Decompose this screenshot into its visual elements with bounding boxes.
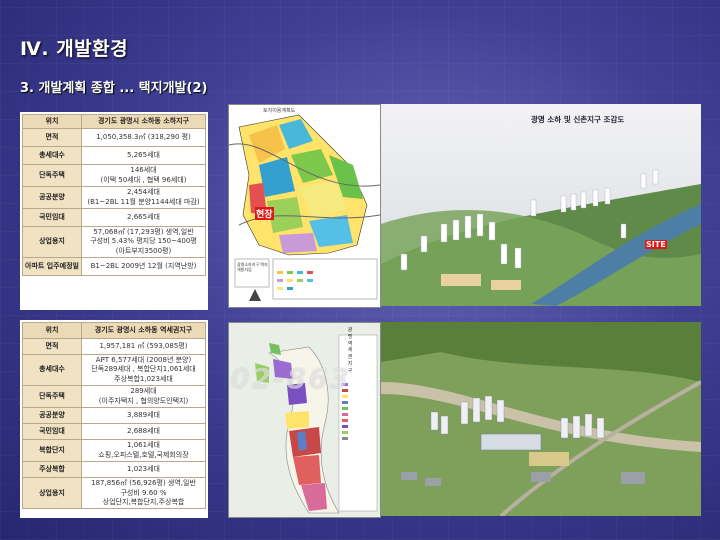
land-use-plan — [229, 114, 380, 301]
row-value-line: (아트부지3500평) — [115, 246, 172, 255]
row-label: 단독주택 — [22, 164, 82, 187]
row-value-line: 146세대 — [130, 166, 157, 175]
row-value: 2,665세대 — [81, 208, 206, 227]
table-row: 단독주택 289세대 (이주자택지 , 협의양도인택지) — [22, 385, 206, 409]
table-row: 단독주택 146세대 (이택 50세대 , 협택 96세대) — [22, 164, 206, 187]
table-row: 주상복합 1,023세대 — [22, 461, 206, 479]
row-value: 1,050,358.3㎡ (318,290 평) — [81, 128, 206, 147]
land-use-map-sohaji: 토지이용계획도 현장 광명소하지구 택지개발사업 — [228, 104, 381, 308]
row-value: B1~2BL 2009년 12월 (지역난방) — [81, 257, 206, 277]
table-row: 상업용지 57,068㎡ (17,293평) 생역,일반 구성비 5.43% 평지당… — [22, 225, 206, 259]
row-value: 146세대 (이택 50세대 , 협택 96세대) — [81, 164, 206, 187]
table-row: 국민임대 2,665세대 — [22, 208, 206, 227]
table-row: 면적 1,957,181 ㎡ (593,085평) — [22, 338, 206, 355]
row-label: 상업용지 — [22, 477, 82, 510]
row-label: 공공분양 — [22, 407, 82, 425]
row-value: 2,454세대 (B1~2BL 11월 분양1144세대 마감) — [81, 186, 206, 209]
row-value-line: 2,454세대 — [127, 188, 160, 197]
row-value: 187,856㎡ (56,926평) 생역,일반 구성비 9.60 % 상업단지,복… — [81, 477, 206, 510]
row-value-line: 쇼핑,오피스텔,호텔,국제회의장 — [98, 450, 189, 459]
info-table-station: 위치 경기도 광명시 소하동 역세권지구 면적 1,957,181 ㎡ (593,08… — [20, 320, 208, 518]
row-value-line: 187,856㎡ (56,926평) 생역,일반 — [91, 479, 196, 488]
row-value-line: 단독289세대 , 복합단지1,061세대 — [91, 365, 196, 374]
info-table-sohaji: 위치 경기도 광명시 소하동 소하지구 면적 1,050,358.3㎡ (318,29… — [20, 112, 208, 310]
table-row: 면적 1,050,358.3㎡ (318,290 평) — [22, 128, 206, 147]
row-value-line: (이택 50세대 , 협택 96세대) — [100, 175, 187, 184]
row-value: 1,957,181 ㎡ (593,085평) — [81, 338, 206, 355]
aerial-rendering-2 — [381, 322, 701, 516]
row-label: 총세대수 — [22, 146, 82, 165]
row-value: 289세대 (이주자택지 , 협의양도인택지) — [81, 385, 206, 409]
site-label-map1: 현장 — [255, 207, 274, 220]
aerial-photo-sohaji: 광명 소하 및 신촌지구 조감도 SITE — [381, 104, 701, 306]
row-value-line: 1,061세대 — [127, 441, 160, 450]
header-location: 경기도 광명시 소하동 소하지구 — [81, 114, 206, 129]
row-value-line: 상업단지,복합단지,주상복합 — [102, 497, 185, 506]
legend-title: 광명소하지구 택지개발사업 — [237, 262, 268, 272]
row-value-line: (B1~2BL 11월 분양1144세대 마감) — [87, 197, 200, 206]
row-value-line: (이주자택지 , 협의양도인택지) — [98, 396, 189, 405]
row-label: 단독주택 — [22, 385, 82, 409]
table-row: 공공분양 2,454세대 (B1~2BL 11월 분양1144세대 마감) — [22, 186, 206, 209]
slide-title: Ⅳ. 개발환경 — [20, 38, 129, 60]
sohaji-table: 위치 경기도 광명시 소하동 소하지구 면적 1,050,358.3㎡ (318,29… — [22, 114, 206, 277]
station-area-plan — [229, 323, 380, 517]
row-value-line: B1~2BL 2009년 12월 (지역난방) — [90, 262, 197, 271]
row-value-line: 1,957,181 ㎡ (593,085평) — [99, 341, 188, 350]
photo1-caption: 광명 소하 및 신촌지구 조감도 — [531, 115, 625, 124]
map-caption: 토지이용계획도 — [263, 108, 296, 114]
row-value: 2,688세대 — [81, 423, 206, 441]
row-value-line: 289세대 — [130, 387, 157, 396]
header-label: 위치 — [22, 322, 82, 339]
table-row: 복합단지 1,061세대 쇼핑,오피스텔,호텔,국제회의장 — [22, 439, 206, 463]
row-label: 면적 — [22, 338, 82, 355]
row-value-line: 2,688세대 — [127, 426, 160, 435]
header-location: 경기도 광명시 소하동 역세권지구 — [81, 322, 206, 339]
row-label: 복합단지 — [22, 439, 82, 463]
row-value-line: 구성비 9.60 % — [120, 488, 167, 497]
row-label: 면적 — [22, 128, 82, 147]
header-label: 위치 — [22, 114, 82, 129]
row-label: 주상복합 — [22, 461, 82, 479]
table-row: 총세대수 5,265세대 — [22, 146, 206, 165]
table-row: 국민임대 2,688세대 — [22, 423, 206, 441]
aerial-rendering — [381, 104, 701, 306]
row-label: 국민임대 — [22, 208, 82, 227]
row-label: 아파트 입주예정일 — [22, 257, 82, 277]
row-value: 1,023세대 — [81, 461, 206, 479]
row-label: 국민임대 — [22, 423, 82, 441]
row-label: 상업용지 — [22, 225, 82, 259]
row-value-line: 3,889세대 — [127, 410, 160, 419]
land-use-map-station: 광 명 역 세 권 지 구 — [228, 322, 381, 518]
table-header-row: 위치 경기도 광명시 소하동 역세권지구 — [22, 322, 206, 339]
station-table: 위치 경기도 광명시 소하동 역세권지구 면적 1,957,181 ㎡ (593,08… — [22, 322, 206, 510]
row-value: 3,889세대 — [81, 407, 206, 425]
site-label-photo1: SITE — [645, 240, 667, 249]
slide-subtitle: 3. 개발계획 종합 ... 택지개발(2) — [20, 81, 208, 96]
watermark: 02-863 — [230, 362, 352, 395]
table-row: 총세대수 APT 6,577세대 (2008년 분양) 단독289세대 , 복합단지… — [22, 353, 206, 387]
table-header-row: 위치 경기도 광명시 소하동 소하지구 — [22, 114, 206, 129]
aerial-photo-station — [381, 322, 701, 516]
row-value-line: 1,023세대 — [127, 464, 160, 473]
row-value-line: 주상복합1,023세대 — [114, 374, 173, 383]
row-value-line: 2,665세대 — [127, 212, 160, 221]
row-value-line: 1,050,358.3㎡ (318,290 평) — [96, 132, 191, 141]
row-value-line: 구성비 5.43% 평지당 150~400평 — [90, 237, 197, 246]
row-label: 공공분양 — [22, 186, 82, 209]
row-value: 57,068㎡ (17,293평) 생역,일반 구성비 5.43% 평지당 150… — [81, 225, 206, 259]
row-value-line: 5,265세대 — [127, 150, 160, 159]
table-row: 상업용지 187,856㎡ (56,926평) 생역,일반 구성비 9.60 % 상업… — [22, 477, 206, 510]
row-value: 1,061세대 쇼핑,오피스텔,호텔,국제회의장 — [81, 439, 206, 463]
table-row: 공공분양 3,889세대 — [22, 407, 206, 425]
row-label: 총세대수 — [22, 353, 82, 387]
row-value: APT 6,577세대 (2008년 분양) 단독289세대 , 복합단지1,06… — [81, 353, 206, 387]
row-value: 5,265세대 — [81, 146, 206, 165]
table-row: 아파트 입주예정일 B1~2BL 2009년 12월 (지역난방) — [22, 257, 206, 277]
